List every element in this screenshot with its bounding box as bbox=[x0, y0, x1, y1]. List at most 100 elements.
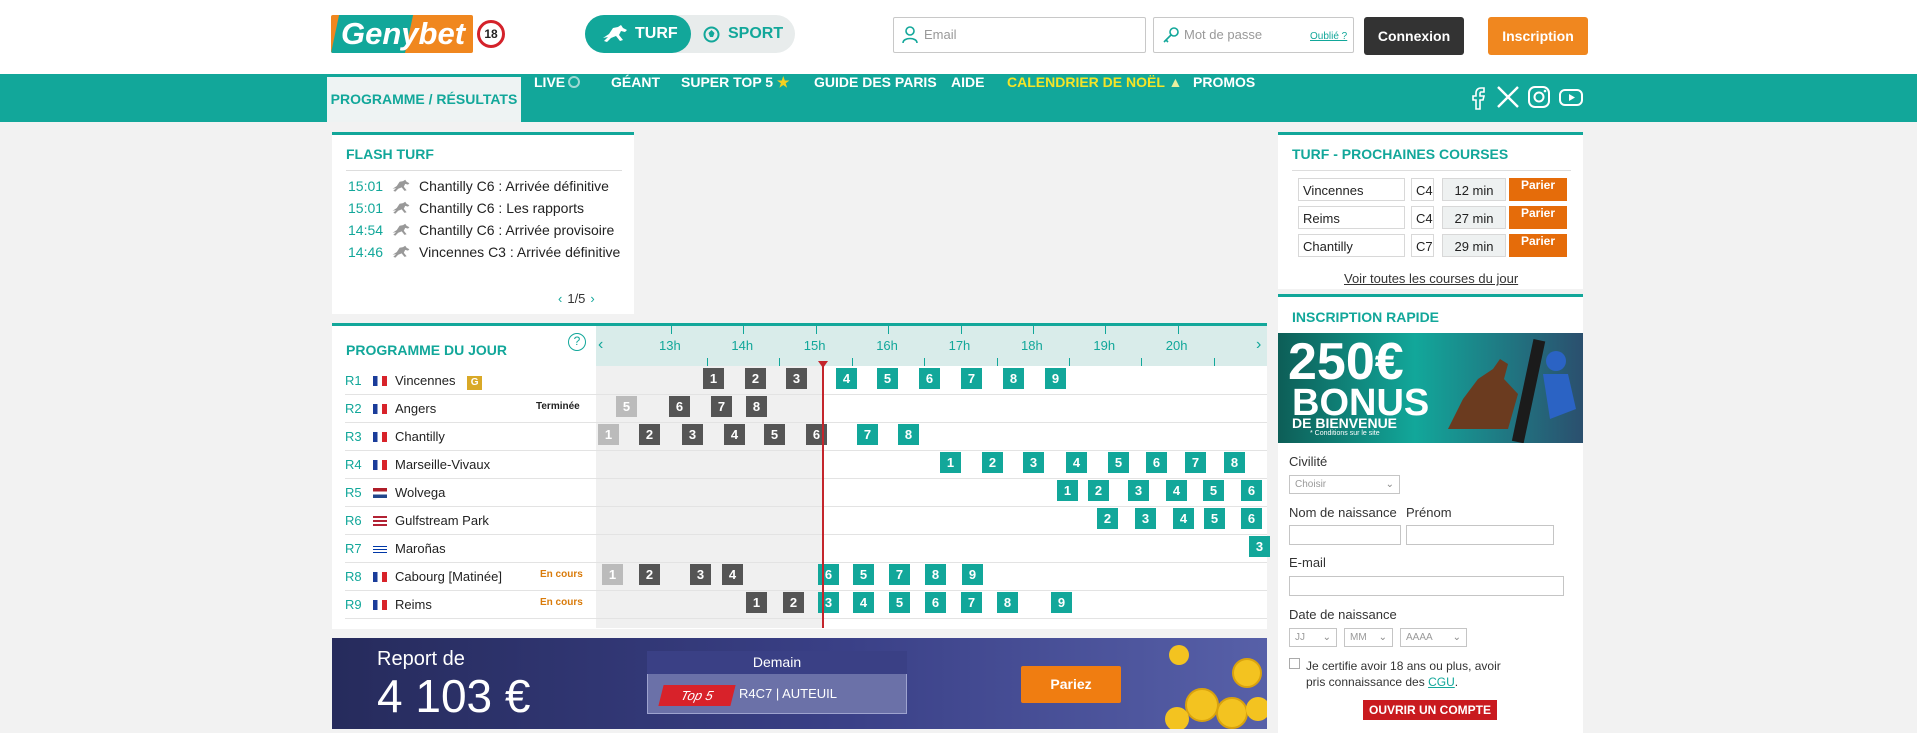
race-box[interactable]: 3 bbox=[1135, 508, 1156, 529]
x-twitter-icon[interactable] bbox=[1495, 84, 1521, 110]
race-box[interactable]: 1 bbox=[598, 424, 619, 445]
nav-promos[interactable]: PROMOS bbox=[1193, 74, 1255, 122]
race-box[interactable]: 4 bbox=[1066, 452, 1087, 473]
race-box[interactable]: 5 bbox=[616, 396, 637, 417]
help-icon[interactable]: ? bbox=[568, 333, 586, 351]
prev-chevron-icon[interactable]: ‹ bbox=[558, 291, 562, 306]
instagram-icon[interactable] bbox=[1526, 84, 1552, 110]
race-box[interactable]: 4 bbox=[1166, 480, 1187, 501]
race-box[interactable]: 2 bbox=[783, 592, 804, 613]
race-box[interactable]: 6 bbox=[919, 368, 940, 389]
race-box[interactable]: 1 bbox=[703, 368, 724, 389]
race-box[interactable]: 4 bbox=[1173, 508, 1194, 529]
turf-tab[interactable]: TURF bbox=[585, 15, 691, 53]
race-box[interactable]: 9 bbox=[1045, 368, 1066, 389]
race-box[interactable]: 7 bbox=[961, 592, 982, 613]
genybet-logo[interactable]: Genybet bbox=[331, 15, 473, 53]
race-box[interactable]: 4 bbox=[724, 424, 745, 445]
meeting-row[interactable]: R2 Angers bbox=[345, 395, 436, 423]
race-box[interactable]: 8 bbox=[746, 396, 767, 417]
race-box[interactable]: 1 bbox=[940, 452, 961, 473]
race-box[interactable]: 2 bbox=[745, 368, 766, 389]
civility-select[interactable]: Choisir ⌄ bbox=[1289, 475, 1400, 494]
nav-aide[interactable]: AIDE bbox=[951, 74, 984, 122]
youtube-icon[interactable] bbox=[1558, 84, 1584, 110]
race-box[interactable]: 9 bbox=[1051, 592, 1072, 613]
race-box[interactable]: 6 bbox=[925, 592, 946, 613]
race-box[interactable]: 8 bbox=[925, 564, 946, 585]
dob-month-select[interactable]: MM ⌄ bbox=[1344, 628, 1393, 647]
meeting-row[interactable]: R5 Wolvega bbox=[345, 479, 445, 507]
race-box[interactable]: 4 bbox=[722, 564, 743, 585]
parier-button[interactable]: Parier bbox=[1509, 234, 1567, 257]
race-box[interactable]: 7 bbox=[711, 396, 732, 417]
race-box[interactable]: 3 bbox=[682, 424, 703, 445]
race-box[interactable]: 8 bbox=[898, 424, 919, 445]
signup-email-input[interactable] bbox=[1289, 576, 1564, 596]
race-box[interactable]: 1 bbox=[746, 592, 767, 613]
flash-item[interactable]: 15:01 Chantilly C6 : Les rapports bbox=[348, 200, 584, 220]
certify-checkbox[interactable] bbox=[1289, 658, 1300, 669]
race-box[interactable]: 4 bbox=[836, 368, 857, 389]
meeting-row[interactable]: R1 Vincennes G bbox=[345, 367, 483, 395]
meeting-row[interactable]: R6 Gulfstream Park bbox=[345, 507, 489, 535]
nav-guide[interactable]: GUIDE DES PARIS bbox=[814, 74, 937, 122]
forgot-password-link[interactable]: Oublié ? bbox=[1310, 31, 1347, 42]
meeting-row[interactable]: R9 Reims bbox=[345, 591, 432, 619]
race-box[interactable]: 6 bbox=[669, 396, 690, 417]
race-box[interactable]: 1 bbox=[602, 564, 623, 585]
race-box[interactable]: 6 bbox=[1241, 508, 1262, 529]
flash-item[interactable]: 14:54 Chantilly C6 : Arrivée provisoire bbox=[348, 222, 614, 242]
race-box[interactable]: 8 bbox=[1003, 368, 1024, 389]
race-box[interactable]: 5 bbox=[764, 424, 785, 445]
signup-button[interactable]: Inscription bbox=[1488, 17, 1588, 55]
dob-day-select[interactable]: JJ ⌄ bbox=[1289, 628, 1337, 647]
race-box[interactable]: 4 bbox=[853, 592, 874, 613]
meeting-row[interactable]: R3 Chantilly bbox=[345, 423, 445, 451]
nav-super-top5[interactable]: SUPER TOP 5 ★ bbox=[681, 74, 790, 122]
race-box[interactable]: 3 bbox=[690, 564, 711, 585]
firstname-input[interactable] bbox=[1406, 525, 1554, 545]
race-box[interactable]: 5 bbox=[877, 368, 898, 389]
sport-tab[interactable]: SPORT bbox=[698, 15, 794, 53]
parier-button[interactable]: Parier bbox=[1509, 178, 1567, 201]
email-input[interactable]: Email bbox=[893, 17, 1146, 53]
race-box[interactable]: 8 bbox=[1224, 452, 1245, 473]
race-box[interactable]: 2 bbox=[982, 452, 1003, 473]
meeting-row[interactable]: R4 Marseille-Vivaux bbox=[345, 451, 490, 479]
meeting-row[interactable]: R8 Cabourg [Matinée] bbox=[345, 563, 502, 591]
facebook-icon[interactable] bbox=[1466, 84, 1492, 110]
race-box[interactable]: 5 bbox=[889, 592, 910, 613]
race-box[interactable]: 5 bbox=[1204, 508, 1225, 529]
nav-geant[interactable]: GÉANT bbox=[611, 74, 660, 122]
login-button[interactable]: Connexion bbox=[1364, 17, 1464, 55]
race-box[interactable]: 5 bbox=[853, 564, 874, 585]
see-all-races-link[interactable]: Voir toutes les courses du jour bbox=[1344, 271, 1518, 286]
pariez-button[interactable]: Pariez bbox=[1021, 666, 1121, 703]
timeline-prev-icon[interactable]: ‹ bbox=[598, 336, 603, 354]
parier-button[interactable]: Parier bbox=[1509, 206, 1567, 229]
race-box[interactable]: 9 bbox=[962, 564, 983, 585]
race-box[interactable]: 6 bbox=[1146, 452, 1167, 473]
cgu-link[interactable]: CGU bbox=[1428, 675, 1455, 689]
race-box[interactable]: 5 bbox=[1108, 452, 1129, 473]
nav-programme[interactable]: PROGRAMME / RÉSULTATS bbox=[327, 77, 521, 122]
next-chevron-icon[interactable]: › bbox=[590, 291, 594, 306]
race-box[interactable]: 3 bbox=[1249, 536, 1270, 557]
flash-item[interactable]: 15:01 Chantilly C6 : Arrivée définitive bbox=[348, 178, 609, 198]
race-box[interactable]: 2 bbox=[1097, 508, 1118, 529]
bonus-banner[interactable]: 250€ BONUS DE BIENVENUE * Conditions sur… bbox=[1278, 333, 1583, 443]
open-account-button[interactable]: OUVRIR UN COMPTE bbox=[1363, 700, 1497, 720]
race-box[interactable]: 6 bbox=[1241, 480, 1262, 501]
race-box[interactable]: 2 bbox=[639, 424, 660, 445]
race-box[interactable]: 2 bbox=[1088, 480, 1109, 501]
race-box[interactable]: 1 bbox=[1057, 480, 1078, 501]
race-box[interactable]: 7 bbox=[1185, 452, 1206, 473]
race-box[interactable]: 2 bbox=[639, 564, 660, 585]
race-box[interactable]: 3 bbox=[1023, 452, 1044, 473]
nav-calendrier[interactable]: CALENDRIER DE NOËL ▲ bbox=[1007, 74, 1182, 122]
race-box[interactable]: 5 bbox=[1203, 480, 1224, 501]
flash-item[interactable]: 14:46 Vincennes C3 : Arrivée définitive bbox=[348, 244, 620, 264]
race-box[interactable]: 7 bbox=[961, 368, 982, 389]
meeting-row[interactable]: R7 Maroñas bbox=[345, 535, 446, 563]
